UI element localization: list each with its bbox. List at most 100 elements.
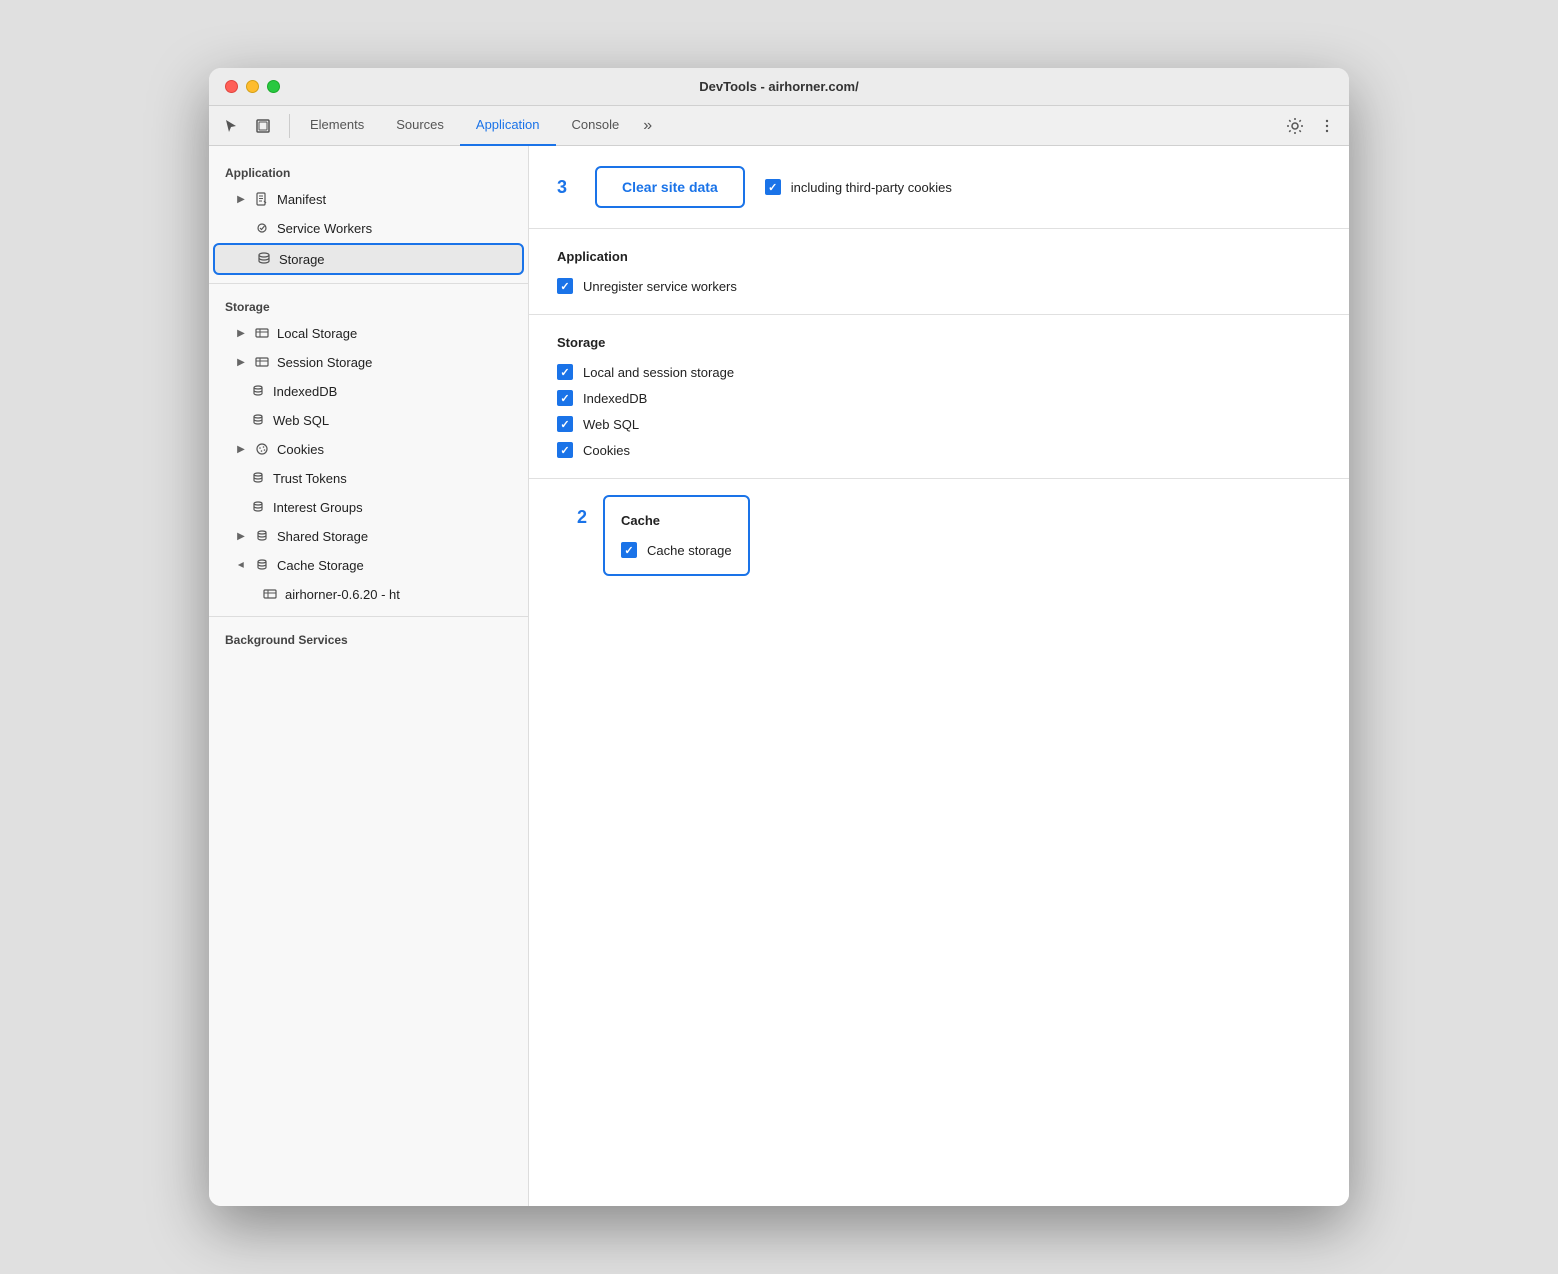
interest-groups-icon: [249, 498, 267, 516]
tabbar-icons: [217, 112, 277, 140]
cache-section-title: Cache: [621, 513, 732, 528]
sidebar-section-application: Application: [209, 158, 528, 184]
tab-more[interactable]: »: [635, 106, 660, 146]
local-storage-label: Local Storage: [277, 326, 357, 341]
sidebar-item-session-storage[interactable]: ▶ Session Storage: [213, 348, 524, 376]
sidebar-item-websql[interactable]: Web SQL: [213, 406, 524, 434]
clear-site-data-button[interactable]: Clear site data: [600, 171, 740, 203]
step2-label: 2: [577, 507, 587, 527]
sidebar-item-indexeddb[interactable]: IndexedDB: [213, 377, 524, 405]
indexeddb-label: IndexedDB: [583, 391, 647, 406]
cursor-icon[interactable]: [217, 112, 245, 140]
storage-icon: [255, 250, 273, 268]
cache-storage-label: Cache Storage: [277, 558, 364, 573]
minimize-button[interactable]: [246, 80, 259, 93]
tab-sources[interactable]: Sources: [380, 106, 460, 146]
local-session-storage-checkbox[interactable]: [557, 364, 573, 380]
websql-label: Web SQL: [273, 413, 329, 428]
indexeddb-icon: [249, 382, 267, 400]
manifest-label: Manifest: [277, 192, 326, 207]
sidebar-item-service-workers[interactable]: Service Workers: [213, 214, 524, 242]
trust-tokens-icon: [249, 469, 267, 487]
service-workers-label: Service Workers: [277, 221, 372, 236]
websql-icon: [249, 411, 267, 429]
cookies-arrow-icon: ▶: [233, 441, 249, 457]
sidebar-divider-2: [209, 616, 528, 617]
trust-tokens-label: Trust Tokens: [273, 471, 347, 486]
application-section-title: Application: [557, 249, 1321, 264]
storage-section-title: Storage: [557, 335, 1321, 350]
cache-section-highlight: Cache Cache storage: [603, 495, 750, 576]
indexeddb-label: IndexedDB: [273, 384, 337, 399]
cookies-checkbox[interactable]: [557, 442, 573, 458]
sidebar-item-interest-groups[interactable]: Interest Groups: [213, 493, 524, 521]
tabbar: Elements Sources Application Console »: [209, 106, 1349, 146]
sidebar: Application ▶ Manifest: [209, 146, 529, 1206]
cache-storage-checkbox[interactable]: [621, 542, 637, 558]
close-button[interactable]: [225, 80, 238, 93]
application-section: Application Unregister service workers: [529, 229, 1349, 315]
sidebar-item-trust-tokens[interactable]: Trust Tokens: [213, 464, 524, 492]
websql-checkbox[interactable]: [557, 416, 573, 432]
sidebar-item-local-storage[interactable]: ▶ Local Storage: [213, 319, 524, 347]
titlebar: DevTools - airhorner.com/: [209, 68, 1349, 106]
local-storage-icon: [253, 324, 271, 342]
shared-storage-arrow-icon: ▶: [233, 528, 249, 544]
tabbar-right: [1281, 112, 1341, 140]
local-session-storage-row: Local and session storage: [557, 364, 1321, 380]
sidebar-item-shared-storage[interactable]: ▶ Shared Storage: [213, 522, 524, 550]
cache-storage-content-label: Cache storage: [647, 543, 732, 558]
interest-groups-label: Interest Groups: [273, 500, 363, 515]
websql-label: Web SQL: [583, 417, 639, 432]
step3-label: 3: [557, 177, 567, 198]
cache-entry-icon: [261, 585, 279, 603]
sidebar-item-storage[interactable]: Storage: [213, 243, 524, 275]
service-workers-icon: [253, 219, 271, 237]
third-party-cookies-checkbox[interactable]: [765, 179, 781, 195]
unregister-sw-checkbox[interactable]: [557, 278, 573, 294]
indexeddb-row: IndexedDB: [557, 390, 1321, 406]
settings-icon[interactable]: [1281, 112, 1309, 140]
shared-storage-icon: [253, 527, 271, 545]
sidebar-item-cache-entry[interactable]: airhorner-0.6.20 - ht: [213, 580, 524, 608]
cache-storage-icon: [253, 556, 271, 574]
shared-storage-label: Shared Storage: [277, 529, 368, 544]
sidebar-item-cache-storage[interactable]: ▼ Cache Storage: [213, 551, 524, 579]
session-storage-icon: [253, 353, 271, 371]
traffic-lights: [225, 80, 280, 93]
cache-area: 2 Cache Cache storage: [529, 479, 1349, 592]
devtools-window: DevTools - airhorner.com/ Elements Sourc…: [209, 68, 1349, 1206]
tab-divider: [289, 114, 290, 138]
clear-site-data-button-wrapper: Clear site data: [595, 166, 745, 208]
sidebar-section-background: Background Services: [209, 625, 528, 651]
unregister-sw-label: Unregister service workers: [583, 279, 737, 294]
third-party-cookies-label: including third-party cookies: [791, 180, 952, 195]
tab-application[interactable]: Application: [460, 106, 556, 146]
local-session-storage-label: Local and session storage: [583, 365, 734, 380]
session-storage-arrow-icon: ▶: [233, 354, 249, 370]
sidebar-item-manifest[interactable]: ▶ Manifest: [213, 185, 524, 213]
indexeddb-checkbox[interactable]: [557, 390, 573, 406]
manifest-arrow-icon: ▶: [233, 191, 249, 207]
sidebar-section-storage: Storage: [209, 292, 528, 318]
sidebar-item-cookies[interactable]: ▶ Cookies: [213, 435, 524, 463]
cookies-label: Cookies: [583, 443, 630, 458]
third-party-cookies-row: including third-party cookies: [765, 179, 952, 195]
frame-icon[interactable]: [249, 112, 277, 140]
tab-elements[interactable]: Elements: [294, 106, 380, 146]
sidebar-divider-1: [209, 283, 528, 284]
cookies-label: Cookies: [277, 442, 324, 457]
tab-console[interactable]: Console: [556, 106, 636, 146]
local-storage-arrow-icon: ▶: [233, 325, 249, 341]
content-panel: 3 Clear site data including third-party …: [529, 146, 1349, 1206]
cookies-icon: [253, 440, 271, 458]
maximize-button[interactable]: [267, 80, 280, 93]
clear-site-data-area: 3 Clear site data including third-party …: [529, 146, 1349, 229]
storage-label: Storage: [279, 252, 325, 267]
websql-row: Web SQL: [557, 416, 1321, 432]
cache-storage-arrow-icon: ▼: [233, 557, 249, 573]
window-title: DevTools - airhorner.com/: [699, 79, 858, 94]
storage-section: Storage Local and session storage Indexe…: [529, 315, 1349, 479]
menu-icon[interactable]: [1313, 112, 1341, 140]
unregister-sw-row: Unregister service workers: [557, 278, 1321, 294]
